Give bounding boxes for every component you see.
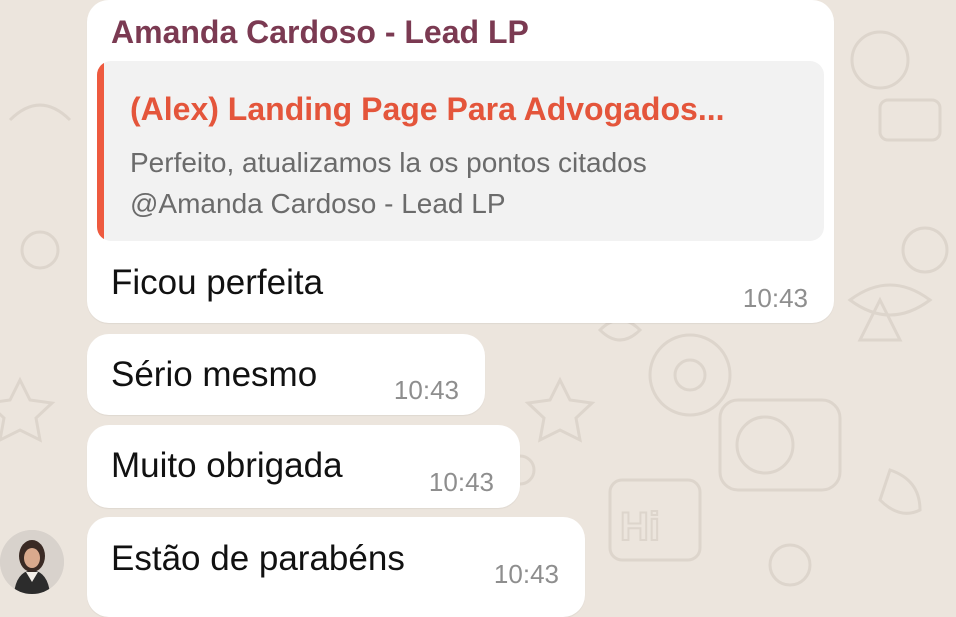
sender-name[interactable]: Amanda Cardoso - Lead LP: [111, 14, 529, 51]
quote-text-line-2: @Amanda Cardoso - Lead LP: [130, 188, 506, 219]
message-text: Sério mesmo: [111, 355, 318, 394]
quoted-reply[interactable]: (Alex) Landing Page Para Advogados... Pe…: [97, 61, 824, 241]
avatar-photo: [0, 530, 64, 594]
sender-avatar[interactable]: [0, 530, 64, 594]
message-time: 10:43: [493, 559, 559, 589]
quote-title: (Alex) Landing Page Para Advogados...: [130, 91, 725, 127]
message-time: 10:43: [393, 375, 459, 405]
message-bubble-3[interactable]: Muito obrigada 10:43: [87, 425, 520, 508]
message-bubble-1[interactable]: Amanda Cardoso - Lead LP (Alex) Landing …: [87, 0, 834, 323]
message-bubble-2[interactable]: Sério mesmo 10:43: [87, 334, 485, 415]
message-time: 10:43: [428, 467, 494, 497]
message-text: Ficou perfeita: [111, 263, 324, 302]
message-text: Estão de parabéns: [111, 539, 405, 578]
quote-text-line-1: Perfeito, atualizamos la os pontos citad…: [130, 147, 647, 178]
message-bubble-4[interactable]: Estão de parabéns 10:43: [87, 517, 585, 617]
svg-text:Hi: Hi: [620, 505, 660, 549]
message-text: Muito obrigada: [111, 446, 343, 485]
message-time: 10:43: [742, 283, 808, 313]
quote-accent-bar: [97, 61, 104, 241]
